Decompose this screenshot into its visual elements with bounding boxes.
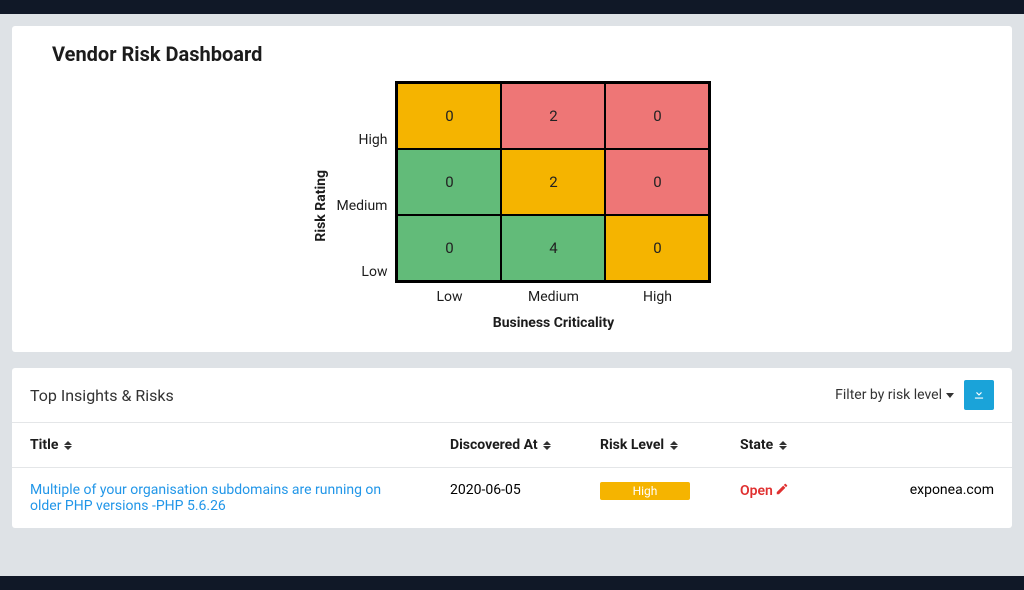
y-axis-label: Risk Rating [313, 170, 329, 242]
download-button[interactable] [964, 380, 994, 410]
x-tick-high: High [605, 289, 709, 305]
matrix-cell[interactable]: 2 [501, 149, 605, 215]
sort-icon [64, 441, 72, 450]
col-discovered[interactable]: Discovered At [432, 423, 582, 468]
risks-table: Title Discovered At Risk Level State [12, 423, 1012, 528]
sort-icon [543, 441, 551, 450]
col-state[interactable]: State [722, 423, 862, 468]
col-domain [862, 423, 1012, 468]
x-tick-low: Low [397, 289, 501, 305]
filter-by-risk-level-dropdown[interactable]: Filter by risk level [835, 387, 954, 403]
table-row: Multiple of your organisation subdomains… [12, 468, 1012, 529]
risk-level-badge: High [600, 482, 690, 500]
sort-icon [779, 441, 787, 450]
y-tick-high: High [337, 107, 388, 173]
risk-matrix-card: Vendor Risk Dashboard Risk Rating High M… [12, 26, 1012, 352]
filter-label: Filter by risk level [835, 387, 942, 403]
domain-cell: exponea.com [862, 468, 1012, 529]
matrix-cell[interactable]: 4 [501, 215, 605, 281]
top-risks-card: Top Insights & Risks Filter by risk leve… [12, 368, 1012, 528]
discovered-at: 2020-06-05 [432, 468, 582, 529]
edit-icon [775, 482, 789, 500]
matrix-cell[interactable]: 2 [501, 83, 605, 149]
col-risk-level[interactable]: Risk Level [582, 423, 722, 468]
state-open[interactable]: Open [740, 482, 789, 500]
matrix-cell[interactable]: 0 [605, 149, 709, 215]
x-tick-medium: Medium [501, 289, 605, 305]
col-title[interactable]: Title [12, 423, 432, 468]
matrix-cell[interactable]: 0 [397, 149, 501, 215]
x-axis-label: Business Criticality [493, 315, 614, 331]
risks-section-title: Top Insights & Risks [30, 386, 174, 405]
y-axis-ticks: High Medium Low [337, 107, 388, 305]
matrix-cell[interactable]: 0 [605, 83, 709, 149]
risk-matrix: Risk Rating High Medium Low 020020040 Lo… [34, 76, 990, 336]
page-title: Vendor Risk Dashboard [52, 42, 990, 66]
y-tick-low: Low [337, 239, 388, 305]
matrix-cell[interactable]: 0 [397, 83, 501, 149]
y-tick-medium: Medium [337, 173, 388, 239]
x-axis-ticks: Low Medium High [397, 289, 709, 305]
matrix-cell[interactable]: 0 [397, 215, 501, 281]
risk-title-link[interactable]: Multiple of your organisation subdomains… [30, 482, 414, 514]
download-icon [972, 386, 986, 405]
matrix-grid: 020020040 [395, 81, 711, 283]
sort-icon [670, 441, 678, 450]
chevron-down-icon [946, 393, 954, 398]
matrix-cell[interactable]: 0 [605, 215, 709, 281]
